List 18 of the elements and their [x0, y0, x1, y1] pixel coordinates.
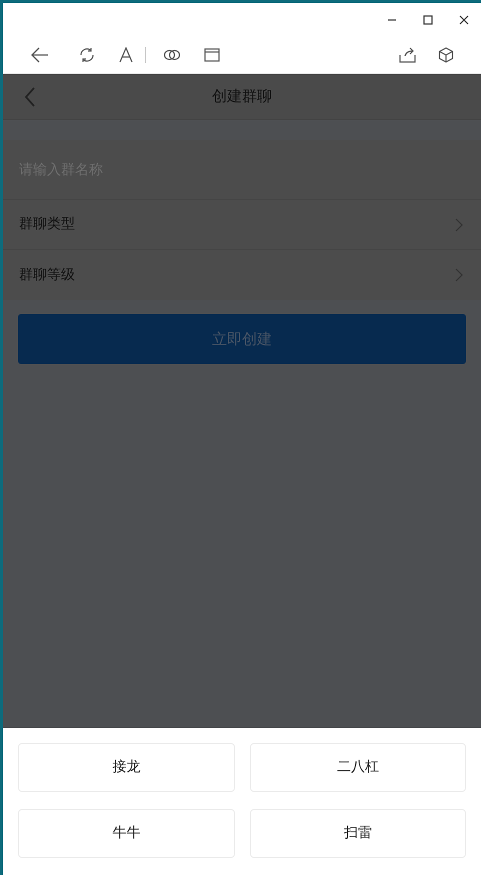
chevron-right-icon: [455, 268, 463, 282]
back-arrow-icon[interactable]: [30, 46, 50, 64]
chevron-right-icon: [455, 218, 463, 232]
option-button[interactable]: 接龙: [18, 743, 234, 792]
option-button[interactable]: 扫雷: [250, 809, 466, 858]
refresh-icon[interactable]: [78, 46, 96, 64]
window-icon[interactable]: [204, 48, 220, 62]
row-label: 群聊类型: [19, 215, 75, 234]
row-label: 群聊等级: [19, 266, 75, 284]
font-icon[interactable]: [119, 46, 133, 62]
option-button[interactable]: 牛牛: [18, 809, 234, 858]
cube-icon[interactable]: [438, 46, 454, 62]
option-button[interactable]: 二八杠: [250, 743, 466, 792]
share-icon[interactable]: [399, 46, 416, 62]
link-icon[interactable]: [163, 48, 181, 62]
close-icon[interactable]: [457, 12, 471, 26]
page-title: 创建群聊: [212, 86, 272, 108]
maximize-icon[interactable]: [421, 12, 435, 26]
